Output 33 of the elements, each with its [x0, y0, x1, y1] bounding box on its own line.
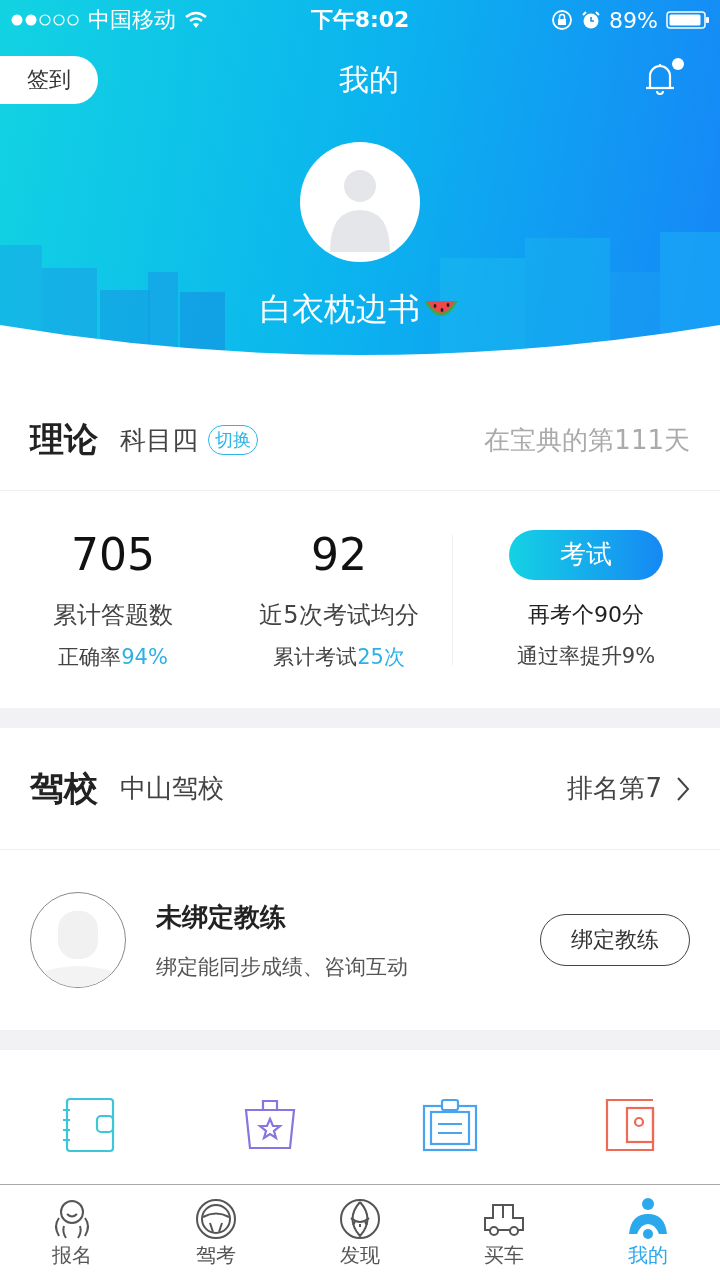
battery-percent: 89%: [609, 7, 658, 33]
exam-hint: 再考个90分: [528, 600, 644, 629]
coach-status: 未绑定教练: [156, 900, 287, 934]
steering-wheel-icon: [193, 1196, 239, 1242]
subject-label: 科目四: [120, 423, 198, 457]
school-row[interactable]: 驾校 中山驾校 排名第7: [0, 728, 720, 850]
stat-value: 705: [71, 528, 155, 582]
chevron-right-icon: [676, 775, 690, 802]
section-title: 理论: [30, 418, 98, 461]
bind-coach-button[interactable]: 绑定教练: [540, 914, 690, 966]
page-title: 我的: [339, 60, 399, 99]
stat-detail: 累计考试25次: [273, 643, 405, 671]
wifi-icon: [184, 11, 208, 29]
stat-detail: 正确率94%: [58, 643, 168, 671]
alarm-icon: [581, 10, 602, 30]
school-name: 中山驾校: [120, 772, 224, 805]
rotation-lock-icon: [551, 9, 574, 31]
days-counter: 在宝典的第111天: [484, 423, 690, 457]
user-name: 白衣枕边书: [260, 289, 420, 330]
stat-value: 92: [311, 528, 367, 582]
carrier-name: 中国移动: [88, 6, 176, 34]
stat-label: 累计答题数: [53, 599, 173, 631]
check-in-button[interactable]: 签到: [0, 56, 98, 104]
school-rank: 排名第7: [567, 772, 662, 805]
clock-time: 下午8:02: [310, 6, 410, 34]
clipboard-icon[interactable]: [421, 1096, 479, 1154]
stat-label: 近5次考试均分: [259, 599, 419, 631]
coach-description: 绑定能同步成绩、咨询互动: [156, 953, 409, 981]
battery-icon: [666, 10, 710, 30]
pass-rate-hint: 通过率提升9%: [516, 642, 656, 670]
signal-icon: [10, 13, 80, 27]
section-title: 驾校: [30, 766, 98, 810]
eye-icon: [337, 1196, 383, 1242]
